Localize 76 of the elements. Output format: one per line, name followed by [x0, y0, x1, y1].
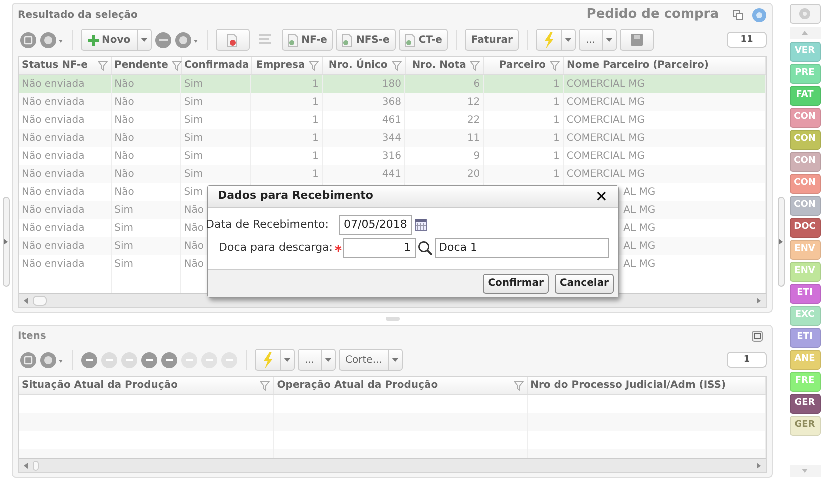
table-cell-text: Não	[114, 114, 134, 128]
table-cell-text: 441	[382, 168, 402, 182]
table-cell-text: 180	[382, 78, 402, 92]
table-cell-text: Não enviada	[22, 186, 85, 200]
record-count: 1	[727, 352, 767, 368]
table-cell-text: Não enviada	[22, 258, 85, 272]
table-cell-text: Sim	[114, 204, 134, 218]
record-count: 11	[727, 32, 767, 48]
table-cell-text: 316	[382, 150, 402, 164]
table-cell-text: 344	[382, 132, 402, 146]
table-cell-text: 1	[312, 168, 319, 182]
table-cell-text: 1	[553, 96, 560, 110]
table-cell-text: COMERCIAL MG	[566, 96, 646, 110]
table-cell-text: AL MG	[624, 204, 656, 218]
panel-title: Itens	[18, 330, 46, 344]
table-cell-text: Não	[114, 78, 134, 92]
table-cell-text: 12	[467, 96, 480, 110]
table-cell-text: Sim	[184, 186, 204, 200]
table-cell-text: Não enviada	[22, 114, 85, 128]
table-cell-text: Não	[114, 168, 134, 182]
table-cell-text: 9	[474, 150, 480, 164]
table-cell-text: Não	[184, 204, 204, 218]
table-cell-text: 1	[312, 96, 319, 110]
table-cell-text: Não enviada	[22, 222, 85, 236]
table-cell-text: AL MG	[624, 186, 656, 200]
table-cell-text: 1	[553, 150, 560, 164]
table-cell-text: 11	[467, 132, 480, 146]
table-cell-text: Não enviada	[22, 240, 85, 254]
field-label: Data de Recebimento:	[206, 216, 329, 233]
table-cell-text: 1	[312, 150, 319, 164]
table-cell-text: Sim	[184, 114, 204, 128]
table-cell-text: Não enviada	[22, 150, 85, 164]
table-cell-text: 1	[553, 78, 560, 92]
table-cell-text: 461	[382, 114, 402, 128]
table-cell-text: Sim	[184, 132, 204, 146]
table-cell-text: 1	[312, 114, 319, 128]
table-cell-text: Não enviada	[22, 96, 85, 110]
panel-title: Resultado da seleção	[18, 8, 138, 22]
table-cell-text: 1	[312, 78, 319, 92]
table-cell-text: Sim	[184, 78, 204, 92]
table-cell-text: Não	[114, 150, 134, 164]
table-cell-text: Não enviada	[22, 204, 85, 218]
table-cell-text: Não enviada	[22, 168, 85, 182]
table-cell-text: Sim	[114, 222, 134, 236]
dialog-title: Dados para Recebimento	[218, 188, 374, 204]
table-cell-text: COMERCIAL MG	[566, 114, 646, 128]
table-cell-text: 1	[553, 114, 560, 128]
table-cell-text: Não	[184, 222, 204, 236]
table-cell-text: COMERCIAL MG	[566, 168, 646, 182]
table-cell-text: AL MG	[624, 258, 656, 272]
table-cell-text: Não	[114, 96, 134, 110]
table-cell-text: COMERCIAL MG	[566, 150, 646, 164]
table-cell-text: Não	[184, 240, 204, 254]
table-cell-text: 22	[467, 114, 480, 128]
table-cell-text: Sim	[114, 258, 134, 272]
screen-title: Pedido de compra	[586, 6, 719, 24]
table-cell-text: 1	[312, 132, 319, 146]
table-cell-text: Não	[114, 186, 134, 200]
table-cell-text: 20	[467, 168, 480, 182]
table-cell-text: Sim	[184, 96, 204, 110]
table-cell-text: Sim	[114, 240, 134, 254]
table-cell-text: Sim	[184, 150, 204, 164]
table-cell-text: 1	[553, 168, 560, 182]
table-cell-text: Não	[184, 258, 204, 272]
table-cell-text: Não enviada	[22, 78, 85, 92]
table-cell-text: 1	[553, 132, 560, 146]
table-cell-text: Sim	[184, 168, 204, 182]
table-cell-text: COMERCIAL MG	[566, 132, 646, 146]
field-label: Doca para descarga:	[219, 240, 333, 256]
table-cell-text: AL MG	[624, 222, 656, 236]
table-cell-text: AL MG	[624, 240, 656, 254]
table-cell-text: 6	[474, 78, 480, 92]
table-cell-text: 368	[382, 96, 402, 110]
table-cell-text: Não	[114, 132, 134, 146]
table-cell-text: Não enviada	[22, 132, 85, 146]
table-cell-text: COMERCIAL MG	[566, 78, 646, 92]
